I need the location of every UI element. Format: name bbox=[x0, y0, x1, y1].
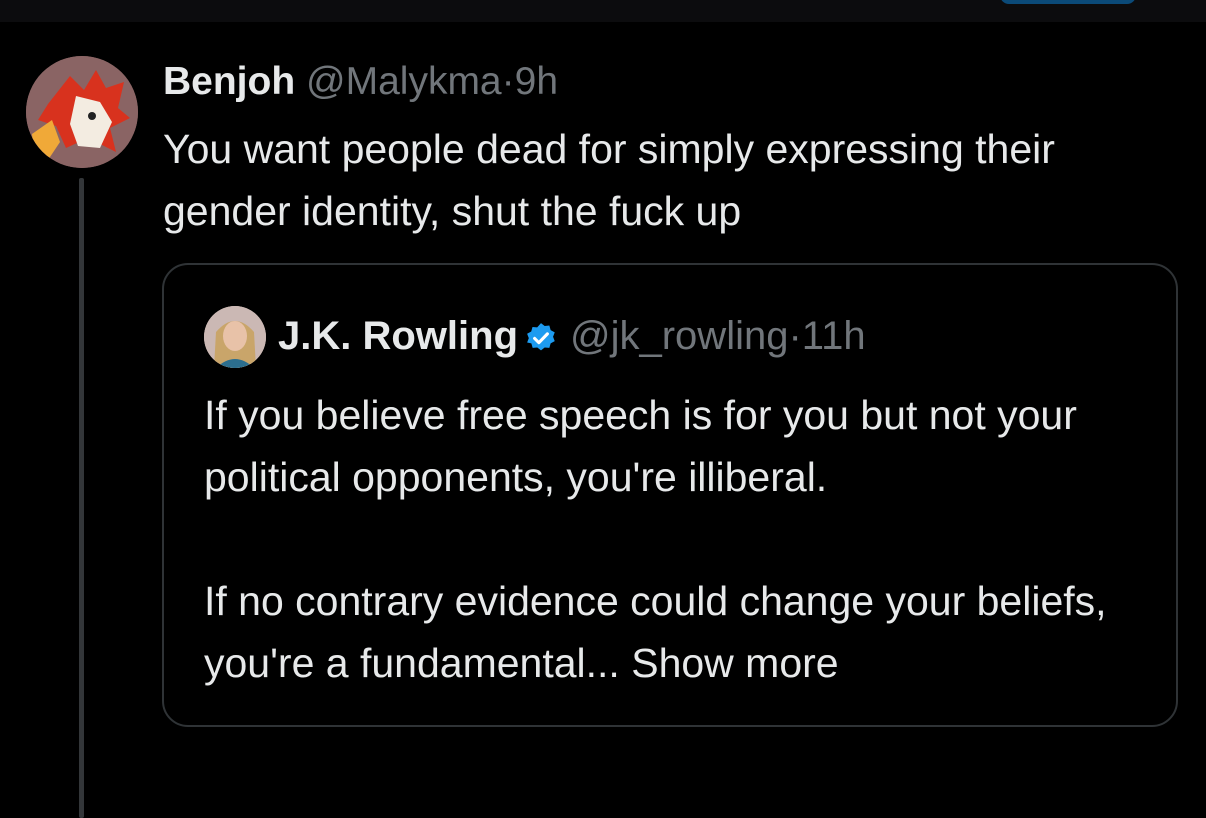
top-bar-button[interactable] bbox=[1000, 0, 1136, 4]
reply-text: You want people dead for simply expressi… bbox=[163, 126, 1055, 234]
show-more-link[interactable]: Show more bbox=[631, 640, 838, 686]
quoted-text: If you believe free speech is for you bu… bbox=[204, 384, 1154, 694]
avatar-image bbox=[26, 56, 138, 168]
timestamp[interactable]: 9h bbox=[515, 60, 558, 103]
quoted-author-avatar[interactable] bbox=[204, 306, 266, 368]
quoted-separator-dot: · bbox=[788, 314, 802, 358]
avatar[interactable] bbox=[26, 56, 138, 168]
verified-badge-icon bbox=[524, 317, 558, 367]
reply-header: Benjoh @Malykma·9h bbox=[163, 58, 558, 106]
quoted-paragraph-1: If you believe free speech is for you bu… bbox=[204, 392, 1077, 500]
author-name[interactable]: Benjoh bbox=[163, 60, 295, 103]
separator-dot: · bbox=[501, 60, 515, 103]
author-handle[interactable]: @Malykma bbox=[306, 60, 502, 103]
quoted-avatar-image bbox=[204, 306, 266, 368]
thread-connector-line bbox=[79, 178, 84, 818]
quoted-header: J.K. Rowling @jk_rowling·11h bbox=[278, 311, 866, 361]
quoted-author-handle[interactable]: @jk_rowling bbox=[570, 314, 788, 358]
top-bar bbox=[0, 0, 1206, 22]
quoted-author-name[interactable]: J.K. Rowling bbox=[278, 314, 518, 358]
quoted-paragraph-2: If no contrary evidence could change you… bbox=[204, 570, 1154, 694]
quoted-timestamp[interactable]: 11h bbox=[802, 314, 866, 358]
quoted-tweet-card[interactable]: J.K. Rowling @jk_rowling·11h If you belie… bbox=[162, 263, 1178, 727]
